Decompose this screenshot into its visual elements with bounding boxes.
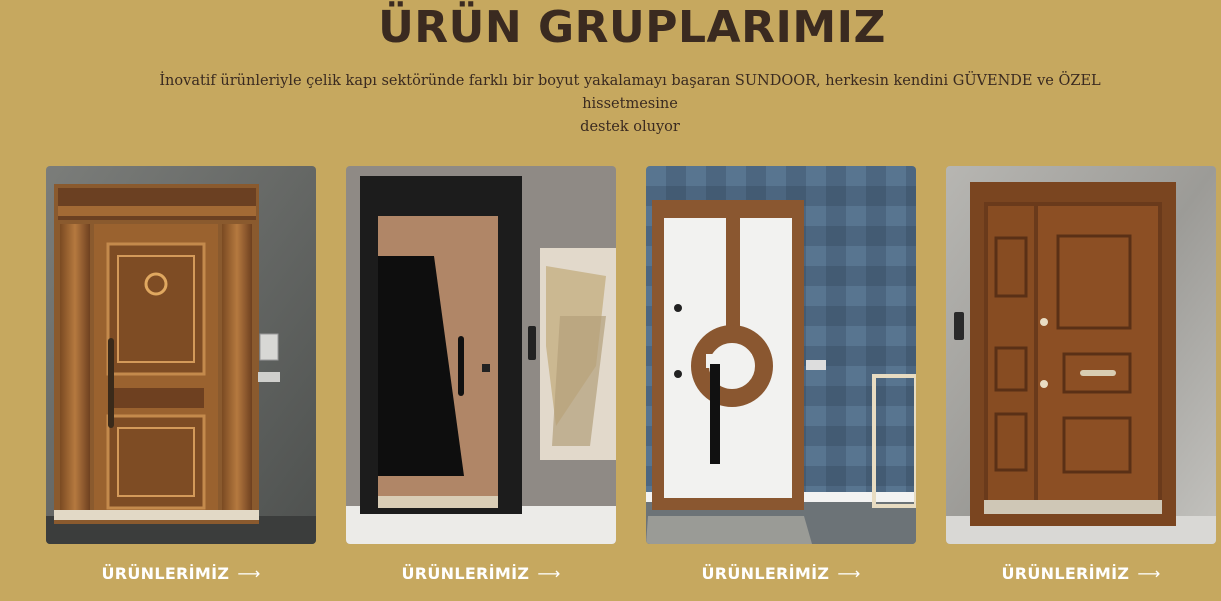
arrow-right-icon: ⟶ <box>1137 564 1161 583</box>
products-link-label: ÜRÜNLERİMİZ <box>401 564 530 583</box>
products-link-design[interactable]: ÜRÜNLERİMİZ ⟶ <box>646 564 916 583</box>
products-link-label: ÜRÜNLERİMİZ <box>1001 564 1130 583</box>
section-description-line1: İnovatif ürünleriyle çelik kapı sektörün… <box>159 73 1101 112</box>
product-card-classic: ÜRÜNLERİMİZ ⟶ <box>46 166 316 583</box>
classic-door-image[interactable] <box>46 166 316 544</box>
design-door-image[interactable] <box>646 166 916 544</box>
section-description: İnovatif ürünleriyle çelik kapı sektörün… <box>140 70 1120 139</box>
product-card-double: ÜRÜNLERİMİZ ⟶ <box>946 166 1216 583</box>
arrow-right-icon: ⟶ <box>537 564 561 583</box>
arrow-right-icon: ⟶ <box>837 564 861 583</box>
double-door-image[interactable] <box>946 166 1216 544</box>
section-description-line2: destek oluyor <box>580 119 680 135</box>
products-link-label: ÜRÜNLERİMİZ <box>701 564 830 583</box>
products-link-modern[interactable]: ÜRÜNLERİMİZ ⟶ <box>346 564 616 583</box>
products-link-label: ÜRÜNLERİMİZ <box>101 564 230 583</box>
section-title: ÜRÜN GRUPLARIMIZ <box>378 2 886 53</box>
modern-door-image[interactable] <box>346 166 616 544</box>
product-card-design: ÜRÜNLERİMİZ ⟶ <box>646 166 916 583</box>
arrow-right-icon: ⟶ <box>237 564 261 583</box>
product-card-modern: ÜRÜNLERİMİZ ⟶ <box>346 166 616 583</box>
products-link-double[interactable]: ÜRÜNLERİMİZ ⟶ <box>946 564 1216 583</box>
products-link-classic[interactable]: ÜRÜNLERİMİZ ⟶ <box>46 564 316 583</box>
